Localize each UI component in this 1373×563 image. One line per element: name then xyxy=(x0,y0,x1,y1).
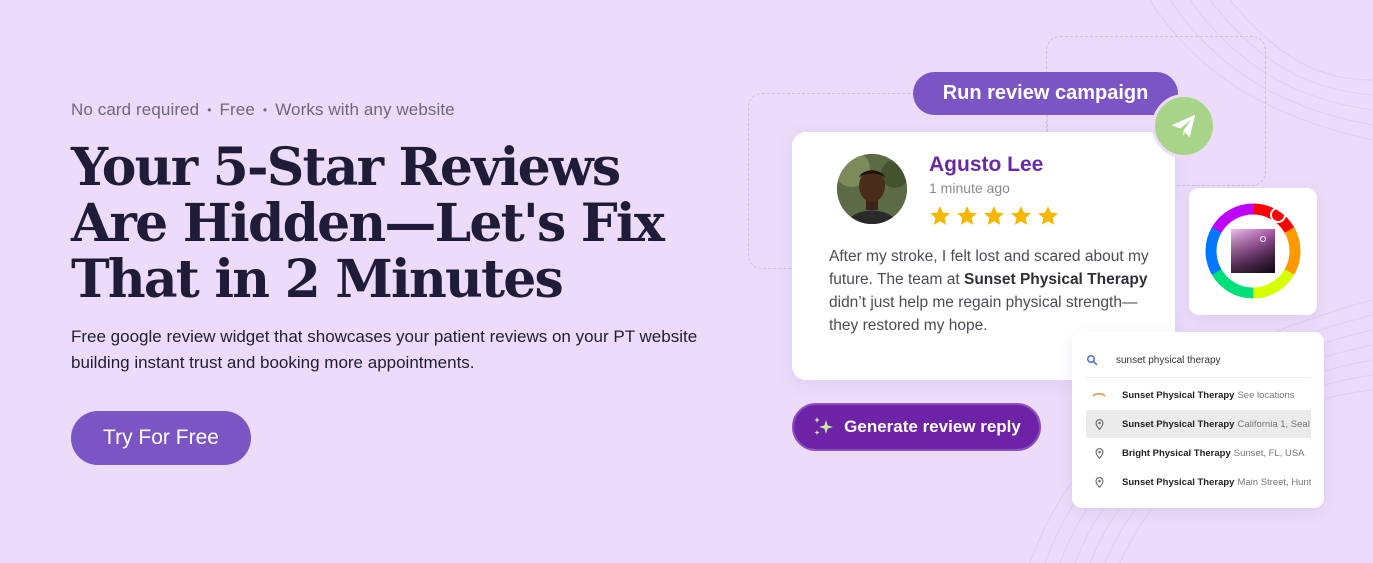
search-dropdown-card: sunset physical therapy Sunset Physical … xyxy=(1072,332,1324,508)
pin-icon xyxy=(1092,447,1106,459)
search-icon xyxy=(1087,355,1098,366)
review-text: After my stroke, I felt lost and scared … xyxy=(829,245,1149,337)
result-subtitle: See locations xyxy=(1237,389,1295,401)
star-icon xyxy=(930,206,950,225)
color-wheel-icon xyxy=(1205,203,1301,299)
star-icon xyxy=(984,206,1004,225)
star-rating xyxy=(928,204,1060,228)
paper-plane-icon xyxy=(1171,114,1196,138)
result-title: Sunset Physical Therapy xyxy=(1122,476,1235,488)
search-result-item[interactable]: Sunset Physical Therapy California 1, Sea… xyxy=(1086,410,1311,438)
result-title: Sunset Physical Therapy xyxy=(1122,418,1235,430)
result-title: Sunset Physical Therapy xyxy=(1122,389,1235,401)
eyebrow-item-free: Free xyxy=(219,100,255,119)
star-icon xyxy=(957,206,977,225)
hero-subtext: Free google review widget that showcases… xyxy=(71,327,698,372)
try-for-free-button[interactable]: Try For Free xyxy=(71,411,251,465)
star-icon xyxy=(1038,206,1058,225)
pin-icon xyxy=(1092,418,1106,430)
search-input[interactable]: sunset physical therapy xyxy=(1116,355,1221,366)
hero-text-block: No card required • Free • Works with any… xyxy=(71,100,711,376)
logo-icon xyxy=(1092,392,1106,398)
search-result-item[interactable]: Sunset Physical Therapy See locations xyxy=(1086,381,1311,409)
search-field[interactable]: sunset physical therapy xyxy=(1086,354,1221,366)
color-picker-card xyxy=(1189,188,1317,315)
send-circle xyxy=(1152,94,1216,158)
sparkles-icon xyxy=(814,417,834,435)
pin-icon xyxy=(1092,476,1106,488)
eyebrow-item-no-card: No card required xyxy=(71,100,200,119)
generate-review-reply-label: Generate review reply xyxy=(844,417,1021,436)
result-subtitle: Sunset, FL, USA xyxy=(1233,447,1305,459)
review-text-business-name: Sunset Physical Therapy xyxy=(963,271,1148,288)
run-review-campaign-button[interactable]: Run review campaign xyxy=(913,72,1178,115)
result-subtitle: California 1, Seal B... xyxy=(1237,418,1311,430)
result-title: Bright Physical Therapy xyxy=(1122,447,1231,459)
eyebrow-line: No card required • Free • Works with any… xyxy=(71,100,711,120)
review-time: 1 minute ago xyxy=(929,180,1010,196)
star-icon xyxy=(1011,206,1031,225)
reviewer-avatar xyxy=(837,154,907,224)
hero-headline: Your 5-Star Reviews Are Hidden—Let's Fix… xyxy=(71,137,665,310)
eyebrow-separator: • xyxy=(262,103,268,117)
search-result-item[interactable]: Sunset Physical Therapy Main Street, Hunt… xyxy=(1086,468,1311,496)
search-result-item[interactable]: Bright Physical Therapy Sunset, FL, USA xyxy=(1086,439,1311,467)
review-text-part: didn’t just help me regain physical stre… xyxy=(829,294,1138,334)
eyebrow-item-any-website: Works with any website xyxy=(275,100,455,119)
generate-review-reply-button[interactable]: Generate review reply xyxy=(792,403,1041,451)
divider xyxy=(1086,377,1310,378)
result-subtitle: Main Street, Huntin... xyxy=(1237,476,1311,488)
reviewer-name: Agusto Lee xyxy=(929,153,1044,176)
eyebrow-separator: • xyxy=(207,103,212,117)
